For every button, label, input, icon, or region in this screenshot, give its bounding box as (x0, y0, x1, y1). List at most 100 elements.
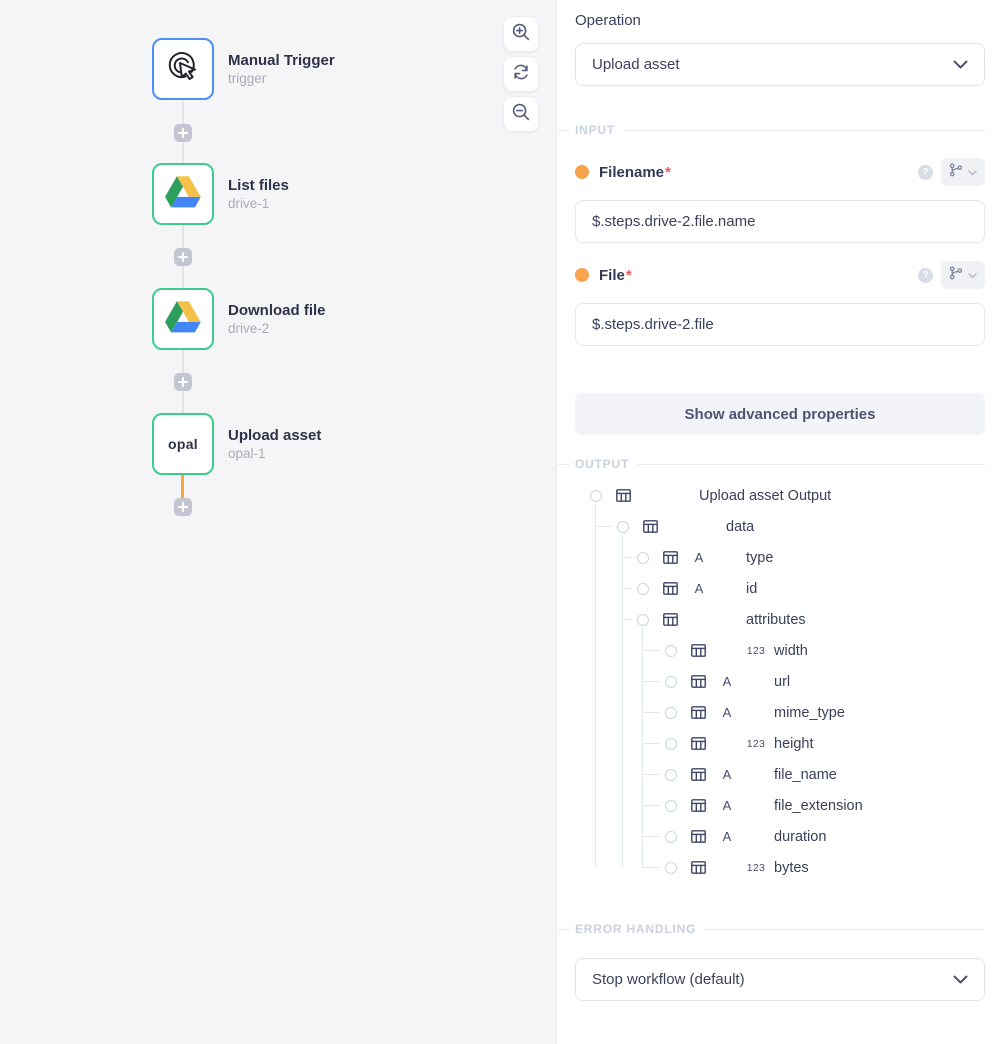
chevron-down-icon (953, 56, 968, 74)
output-tree-row[interactable]: 123 height (575, 728, 985, 759)
operation-label: Operation (575, 12, 985, 29)
workflow-node[interactable]: List files drive-1 (152, 163, 289, 225)
workflow-node[interactable]: opal Upload asset opal-1 (152, 413, 321, 475)
node-subtitle: trigger (228, 70, 335, 88)
mapping-mode-button[interactable] (941, 261, 985, 289)
output-tree-row[interactable]: data (575, 511, 985, 542)
object-icon (687, 799, 709, 812)
add-step-button[interactable] (174, 498, 192, 516)
zoom-in-button[interactable] (503, 16, 539, 52)
tree-node-circle[interactable] (665, 800, 677, 812)
output-section-label: OUTPUT (575, 457, 629, 471)
output-tree-row[interactable]: A id (575, 573, 985, 604)
output-tree-row[interactable]: A mime_type (575, 697, 985, 728)
node-title: List files (228, 176, 289, 195)
output-tree-row[interactable]: 123 bytes (575, 852, 985, 883)
object-icon (687, 768, 709, 781)
operation-value: Upload asset (592, 56, 680, 73)
node-icon-box[interactable]: opal (152, 413, 214, 475)
output-tree-row[interactable]: A file_extension (575, 790, 985, 821)
tree-node-circle[interactable] (665, 831, 677, 843)
object-icon (612, 489, 634, 502)
string-icon: A (716, 705, 738, 720)
tree-node-label: file_extension (774, 798, 863, 814)
output-tree-row[interactable]: A file_name (575, 759, 985, 790)
required-marker: * (665, 164, 671, 181)
tree-node-label: type (746, 550, 773, 566)
node-subtitle: opal-1 (228, 445, 321, 463)
tree-node-label: data (726, 519, 754, 535)
tree-node-circle[interactable] (665, 645, 677, 657)
string-icon: A (716, 798, 738, 813)
tree-node-circle[interactable] (665, 738, 677, 750)
add-step-button[interactable] (174, 248, 192, 266)
tree-node-label: mime_type (774, 705, 845, 721)
chevron-down-icon (968, 266, 977, 284)
string-icon: A (716, 767, 738, 782)
branch-icon (949, 266, 963, 285)
object-icon (687, 737, 709, 750)
error-handling-select[interactable]: Stop workflow (default) (575, 958, 985, 1001)
help-icon[interactable]: ? (918, 268, 933, 283)
operation-select[interactable]: Upload asset (575, 43, 985, 86)
workflow-node[interactable]: Download file drive-2 (152, 288, 326, 350)
object-icon (687, 644, 709, 657)
object-icon (687, 675, 709, 688)
tree-node-label: id (746, 581, 757, 597)
file-field-label: File (599, 267, 625, 284)
filename-input[interactable] (575, 200, 985, 243)
tree-node-circle[interactable] (590, 490, 602, 502)
string-icon: A (688, 550, 710, 565)
tree-node-circle[interactable] (665, 676, 677, 688)
node-icon-box[interactable] (152, 38, 214, 100)
file-input[interactable] (575, 303, 985, 346)
node-title: Upload asset (228, 426, 321, 445)
node-icon-box[interactable] (152, 163, 214, 225)
output-tree-row[interactable]: A type (575, 542, 985, 573)
add-step-button[interactable] (174, 373, 192, 391)
add-step-button[interactable] (174, 124, 192, 142)
output-tree-row[interactable]: 123 width (575, 635, 985, 666)
tree-node-circle[interactable] (665, 769, 677, 781)
tree-node-circle[interactable] (665, 862, 677, 874)
magnifier-plus-icon (511, 22, 531, 47)
output-tree-row[interactable]: A url (575, 666, 985, 697)
node-text: Upload asset opal-1 (228, 426, 321, 463)
tree-node-circle[interactable] (637, 614, 649, 626)
node-icon-box[interactable] (152, 288, 214, 350)
show-advanced-properties-button[interactable]: Show advanced properties (575, 393, 985, 435)
tree-node-circle[interactable] (617, 521, 629, 533)
output-tree-row[interactable]: Upload asset Output (575, 480, 985, 511)
node-text: Manual Trigger trigger (228, 51, 335, 88)
output-tree-row[interactable]: A duration (575, 821, 985, 852)
magnifier-minus-icon (511, 102, 531, 127)
error-handling-section-divider: ERROR HANDLING (557, 921, 1000, 937)
sync-icon (511, 62, 531, 87)
node-subtitle: drive-1 (228, 195, 289, 213)
mapping-mode-button[interactable] (941, 158, 985, 186)
required-marker: * (626, 267, 632, 284)
node-title: Download file (228, 301, 326, 320)
mapped-value-indicator (575, 165, 589, 179)
zoom-out-button[interactable] (503, 96, 539, 132)
workflow-node[interactable]: Manual Trigger trigger (152, 38, 335, 100)
number-icon: 123 (745, 738, 767, 750)
input-section-divider: INPUT (557, 122, 1000, 138)
output-tree: Upload asset Output data A type (575, 480, 985, 883)
tree-node-circle[interactable] (637, 583, 649, 595)
tree-node-circle[interactable] (637, 552, 649, 564)
chevron-down-icon (968, 163, 977, 181)
error-handling-section-label: ERROR HANDLING (575, 922, 696, 936)
file-field-header: File * ? (575, 260, 985, 290)
google-drive-icon (165, 176, 201, 213)
output-tree-row[interactable]: attributes (575, 604, 985, 635)
tree-node-label: width (774, 643, 808, 659)
object-icon (659, 582, 681, 595)
input-section-label: INPUT (575, 123, 615, 137)
help-icon[interactable]: ? (918, 165, 933, 180)
tree-node-circle[interactable] (665, 707, 677, 719)
mapped-value-indicator (575, 268, 589, 282)
refresh-button[interactable] (503, 56, 539, 92)
string-icon: A (716, 829, 738, 844)
workflow-canvas[interactable]: Manual Trigger trigger List (0, 0, 556, 1044)
